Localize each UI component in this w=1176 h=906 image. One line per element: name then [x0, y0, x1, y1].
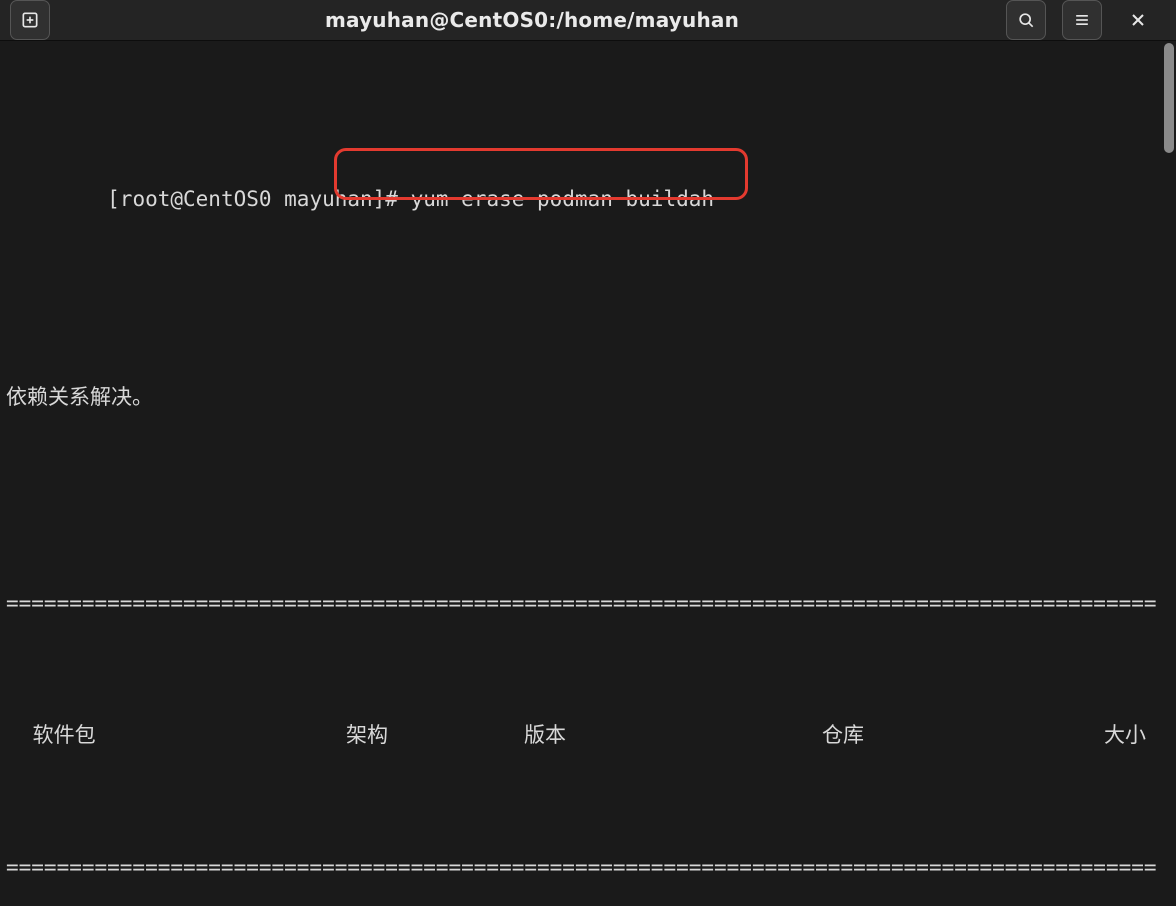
table-header: 软件包 架构 版本 仓库 大小: [6, 719, 1156, 752]
spacer: [6, 480, 1156, 488]
close-button[interactable]: [1118, 0, 1158, 40]
col-version: 版本: [524, 719, 822, 752]
search-button[interactable]: [1006, 0, 1046, 40]
col-repo: 仓库: [822, 719, 1032, 752]
scrollbar-thumb[interactable]: [1164, 43, 1174, 153]
col-arch: 架构: [346, 719, 524, 752]
window-title: mayuhan@CentOS0:/home/mayuhan: [58, 8, 1006, 32]
shell-command: yum erase podman buildah: [411, 187, 714, 211]
col-size: 大小: [1032, 719, 1156, 752]
search-icon: [1016, 10, 1036, 30]
hamburger-menu-icon: [1072, 10, 1092, 30]
vertical-scrollbar[interactable]: [1162, 41, 1176, 906]
menu-button[interactable]: [1062, 0, 1102, 40]
terminal-body: [root@CentOS0 mayuhan]# yum erase podman…: [0, 41, 1176, 906]
titlebar: mayuhan@CentOS0:/home/mayuhan: [0, 0, 1176, 41]
close-icon: [1128, 10, 1148, 30]
col-package: 软件包: [6, 719, 346, 752]
rule-line: ========================================…: [6, 851, 1156, 884]
dependency-resolved-line: 依赖关系解决。: [6, 381, 1156, 414]
terminal-output[interactable]: [root@CentOS0 mayuhan]# yum erase podman…: [0, 41, 1162, 906]
terminal-window: mayuhan@CentOS0:/home/mayuhan: [0, 0, 1176, 906]
rule-line: ========================================…: [6, 587, 1156, 620]
new-tab-icon: [20, 10, 40, 30]
shell-prompt: [root@CentOS0 mayuhan]#: [107, 187, 410, 211]
prompt-line: [root@CentOS0 mayuhan]# yum erase podman…: [6, 150, 1156, 282]
new-tab-button[interactable]: [10, 0, 50, 40]
titlebar-right: [1006, 0, 1166, 40]
